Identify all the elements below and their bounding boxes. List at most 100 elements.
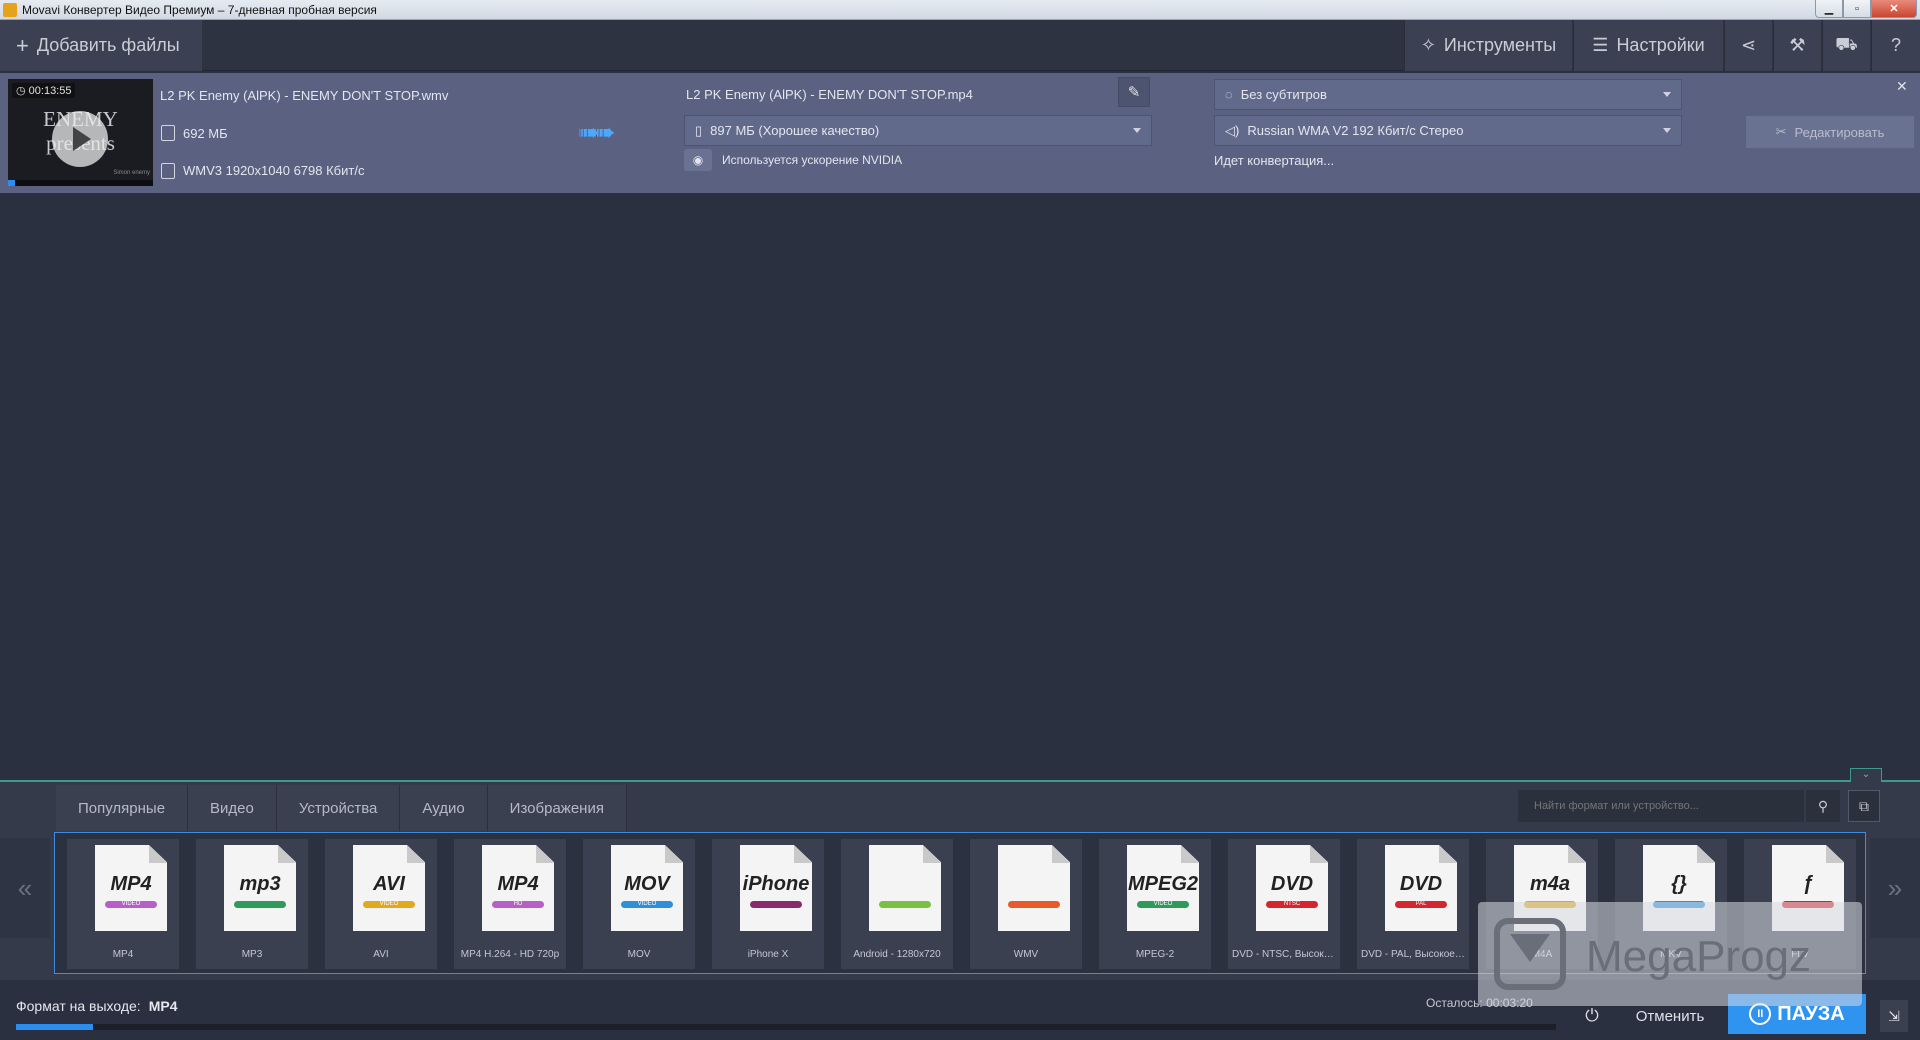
scissors-icon: ✂ xyxy=(1775,124,1787,139)
edit-button[interactable]: ✂ Редактировать xyxy=(1746,116,1914,148)
format-badge: VIDEO xyxy=(363,901,415,908)
thumbnail-progress-fill xyxy=(8,180,16,186)
maximize-button[interactable]: ▫ xyxy=(1843,0,1871,18)
find-device-button[interactable]: ⧉ xyxy=(1848,790,1880,822)
scroll-right-button[interactable]: » xyxy=(1870,838,1920,938)
chevron-down-icon xyxy=(1663,128,1671,133)
format-label: MPEG-2 xyxy=(1135,949,1175,960)
format-file-icon xyxy=(998,845,1070,931)
window-title-bar: Movavi Конвертер Видео Премиум – 7-дневн… xyxy=(0,0,1920,20)
file-icon: ▯ xyxy=(695,122,703,138)
speaker-icon: ◁) xyxy=(1225,122,1240,138)
video-info-icon xyxy=(161,163,175,179)
format-logo: MP4 xyxy=(110,873,152,895)
format-tile[interactable]: iPhone iPhone X xyxy=(712,839,824,969)
magic-wand-icon: ✧ xyxy=(1420,35,1436,55)
format-badge: NTSC xyxy=(1266,901,1318,908)
help-button[interactable]: ? xyxy=(1871,20,1920,71)
format-tile[interactable]: DVD PAL DVD - PAL, Высокое качество xyxy=(1357,839,1469,969)
format-tile[interactable]: MP4 VIDEO MP4 xyxy=(67,839,179,969)
video-thumbnail[interactable]: ENEMY presents ◷ 00:13:55 Simon enemy xyxy=(8,79,153,186)
audio-track-dropdown[interactable]: ◁) Russian WMA V2 192 Кбит/с Стерео xyxy=(1214,115,1682,146)
play-icon[interactable] xyxy=(52,111,108,167)
tab-popular[interactable]: Популярные xyxy=(56,785,189,831)
edit-output-name-button[interactable]: ✎ xyxy=(1118,77,1150,107)
pencil-icon: ✎ xyxy=(1127,84,1141,101)
tools-button[interactable]: ✧ Инструменты xyxy=(1404,20,1572,71)
format-label: WMV xyxy=(1013,949,1039,960)
add-files-button[interactable]: + Добавить файлы xyxy=(0,20,202,71)
minimize-button[interactable]: ▁ xyxy=(1815,0,1843,18)
conversion-progress-fill xyxy=(16,1024,93,1030)
format-tile[interactable]: MP4 HD MP4 H.264 - HD 720p xyxy=(454,839,566,969)
audio-track-value: Russian WMA V2 192 Кбит/с Стерео xyxy=(1247,123,1464,138)
tab-video[interactable]: Видео xyxy=(188,785,277,831)
settings-button[interactable]: ☰ Настройки xyxy=(1573,20,1723,71)
main-toolbar: + Добавить файлы ✧ Инструменты ☰ Настрой… xyxy=(0,20,1920,71)
tab-audio[interactable]: Аудио xyxy=(400,785,488,831)
share-button[interactable]: ⋖ xyxy=(1724,20,1772,71)
tools-wrench-button[interactable]: ⚒ xyxy=(1773,20,1821,71)
format-tabs: Популярные Видео Устройства Аудио Изобра… xyxy=(56,785,627,831)
settings-label: Настройки xyxy=(1616,35,1705,55)
thumbnail-credit: Simon enemy xyxy=(113,170,150,176)
conversion-status: Идет конвертация... xyxy=(1214,153,1335,168)
output-filename[interactable]: L2 PK Enemy (AlPK) - ENEMY DON'T STOP.mp… xyxy=(686,87,973,102)
format-logo: mp3 xyxy=(239,873,281,895)
device-search-icon: ⧉ xyxy=(1859,797,1869,814)
search-button[interactable]: ⚲ xyxy=(1806,790,1840,822)
format-logo: m4a xyxy=(1529,873,1571,895)
format-label: AVI xyxy=(373,949,389,960)
format-label: MOV xyxy=(627,949,651,960)
format-tile[interactable]: mp3 MP3 xyxy=(196,839,308,969)
remove-file-button[interactable]: ✕ xyxy=(1896,78,1908,95)
search-icon: ⚲ xyxy=(1817,797,1829,814)
source-filename: L2 PK Enemy (AlPK) - ENEMY DON'T STOP.wm… xyxy=(160,88,449,103)
nvidia-icon: ◉ xyxy=(684,149,712,171)
format-tile[interactable]: AVI VIDEO AVI xyxy=(325,839,437,969)
chevron-down-icon xyxy=(1663,92,1671,97)
add-files-label: Добавить файлы xyxy=(36,35,180,55)
output-folder-button[interactable]: ⇲ xyxy=(1880,1000,1908,1032)
format-tile[interactable]: MPEG2 VIDEO MPEG-2 xyxy=(1099,839,1211,969)
source-video-info: WMV3 1920x1040 6798 Кбит/с xyxy=(183,163,365,178)
format-search-input[interactable] xyxy=(1518,790,1804,822)
tab-devices[interactable]: Устройства xyxy=(276,785,401,831)
format-tile[interactable]: Android - 1280x720 xyxy=(841,839,953,969)
format-logo: MOV xyxy=(624,873,670,895)
acceleration-text: Используется ускорение NVIDIA xyxy=(722,153,903,167)
format-badge: VIDEO xyxy=(1137,901,1189,908)
format-logo: ƒ xyxy=(1802,873,1814,895)
file-icon xyxy=(161,125,175,141)
format-logo: iPhone xyxy=(742,873,810,895)
format-logo: DVD xyxy=(1270,873,1314,895)
power-icon: ⏻ xyxy=(1585,1006,1599,1025)
tab-images[interactable]: Изображения xyxy=(487,785,627,831)
collapse-panel-button[interactable]: ⌄ xyxy=(1850,768,1882,782)
format-logo: DVD xyxy=(1399,873,1443,895)
format-tile[interactable]: MOV VIDEO MOV xyxy=(583,839,695,969)
folder-arrow-icon: ⇲ xyxy=(1888,1007,1900,1024)
format-logo: {} xyxy=(1671,873,1687,895)
close-window-button[interactable]: ✕ xyxy=(1871,0,1917,18)
format-badge: PAL xyxy=(1395,901,1447,908)
format-label: MP4 H.264 - HD 720p xyxy=(460,949,560,960)
wrench-icon: ⚒ xyxy=(1789,35,1806,55)
format-badge xyxy=(879,901,931,908)
window-title: Movavi Конвертер Видео Премиум – 7-дневн… xyxy=(22,3,377,17)
format-logo: AVI xyxy=(373,873,405,895)
format-tile[interactable]: DVD NTSC DVD - NTSC, Высокое качество xyxy=(1228,839,1340,969)
scroll-left-button[interactable]: « xyxy=(0,838,50,938)
format-label: DVD - NTSC, Высокое качество xyxy=(1232,949,1340,960)
format-label: Android - 1280x720 xyxy=(853,949,941,960)
output-size-dropdown[interactable]: ▯ 897 МБ (Хорошее качество) xyxy=(684,115,1152,146)
format-label: iPhone X xyxy=(747,949,789,960)
output-format-value: MP4 xyxy=(148,998,178,1014)
format-label: MP3 xyxy=(241,949,263,960)
subtitles-dropdown[interactable]: ◌ Без субтитров xyxy=(1214,79,1682,110)
cart-button[interactable]: ⛟ xyxy=(1822,20,1870,71)
file-row[interactable]: ENEMY presents ◷ 00:13:55 Simon enemy L2… xyxy=(0,73,1920,193)
format-tile[interactable]: WMV xyxy=(970,839,1082,969)
share-icon: ⋖ xyxy=(1740,35,1757,55)
plus-icon: + xyxy=(16,32,29,58)
